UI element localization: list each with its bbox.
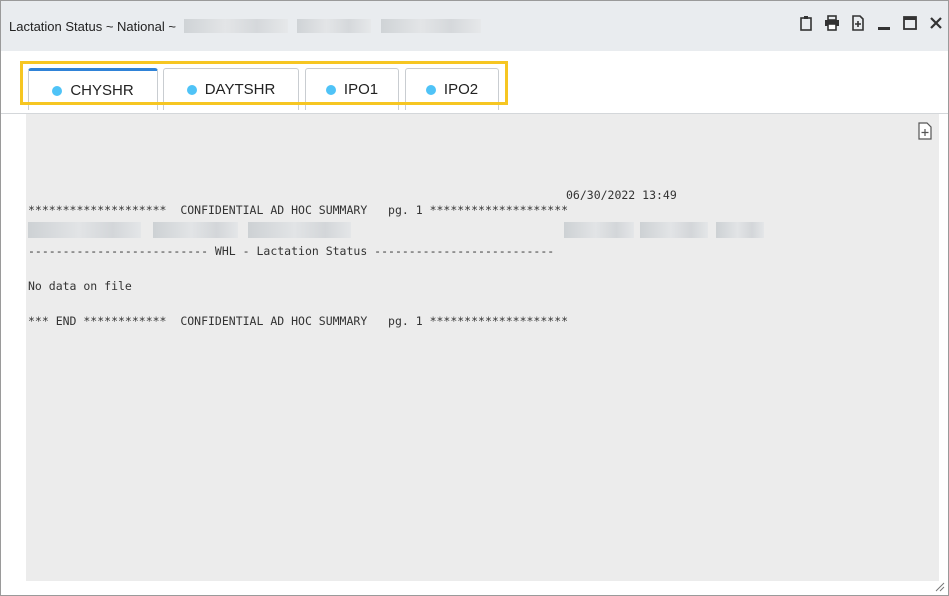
window-title: Lactation Status ~ National ~ bbox=[9, 19, 481, 34]
report-datetime: 06/30/2022 13:49 bbox=[566, 188, 677, 202]
report-text: 06/30/2022 13:49 ******************** CON… bbox=[28, 188, 764, 329]
report-section-line: -------------------------- WHL - Lactati… bbox=[28, 244, 555, 258]
title-bar: Lactation Status ~ National ~ bbox=[1, 1, 948, 52]
redacted-row bbox=[28, 218, 764, 244]
report-content: 06/30/2022 13:49 ******************** CON… bbox=[26, 114, 939, 581]
printer-icon[interactable] bbox=[824, 15, 840, 31]
empty-message: No data on file bbox=[28, 279, 132, 293]
window-controls bbox=[798, 15, 944, 31]
report-window: Lactation Status ~ National ~ CHYSHR DAY… bbox=[0, 0, 949, 596]
resize-handle-icon[interactable] bbox=[935, 582, 945, 592]
redacted-name bbox=[183, 19, 288, 33]
clipboard-icon[interactable] bbox=[798, 15, 814, 31]
close-icon[interactable] bbox=[928, 15, 944, 31]
export-icon[interactable] bbox=[850, 15, 866, 31]
maximize-icon[interactable] bbox=[902, 15, 918, 31]
window-title-text: Lactation Status ~ National ~ bbox=[9, 19, 176, 34]
redacted-name bbox=[380, 19, 481, 33]
minimize-icon[interactable] bbox=[876, 15, 892, 31]
report-footer-line: *** END ************ CONFIDENTIAL AD HOC… bbox=[28, 314, 569, 328]
add-document-icon[interactable] bbox=[916, 122, 934, 140]
report-header-line: ******************** CONFIDENTIAL AD HOC… bbox=[28, 203, 569, 217]
site-tabs: CHYSHR DAYTSHR IPO1 IPO2 bbox=[1, 51, 948, 114]
tabs-highlight-box bbox=[20, 61, 508, 105]
redacted-name bbox=[297, 19, 372, 33]
